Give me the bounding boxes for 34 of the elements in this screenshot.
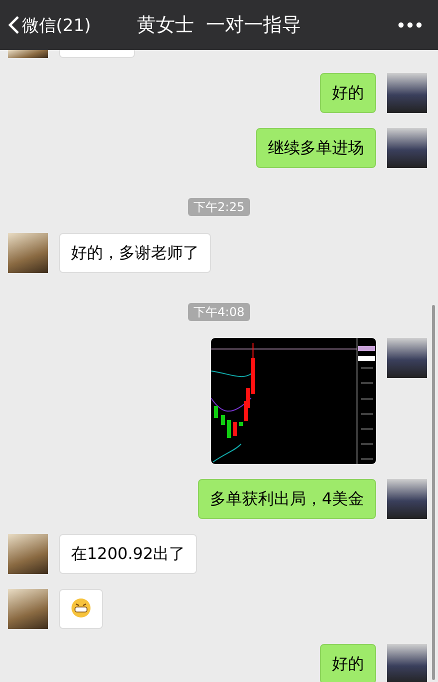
- indicator-line: [211, 398, 252, 412]
- avatar-photo-placeholder[interactable]: [8, 589, 48, 629]
- grin-emoji-icon: [71, 598, 91, 618]
- avatar-photo-placeholder[interactable]: [8, 534, 48, 574]
- timestamp: 下午2:25: [188, 198, 250, 216]
- message-bubble: 多单获利出局，4美金: [198, 479, 376, 519]
- message-bubble: 好的: [320, 73, 376, 113]
- avatar-photo-placeholder[interactable]: [387, 128, 427, 168]
- candle-wick: [252, 342, 254, 358]
- message-bubble: 继续多单进场: [256, 128, 376, 168]
- candle: [214, 406, 218, 418]
- timestamp: 下午4:08: [188, 303, 250, 321]
- avatar-photo-placeholder[interactable]: [8, 233, 48, 273]
- avatar-photo-placeholder[interactable]: [387, 73, 427, 113]
- avatar-photo-placeholder[interactable]: [387, 644, 427, 682]
- avatar-photo-placeholder[interactable]: [8, 50, 48, 58]
- more-icon[interactable]: [398, 22, 422, 28]
- candle: [233, 422, 237, 436]
- scrollbar[interactable]: [432, 305, 435, 680]
- chat-title: 黄女士 一对一指导: [136, 13, 302, 38]
- chevron-left-icon: [8, 15, 20, 35]
- candle: [227, 420, 231, 438]
- message-bubble: 好的: [320, 644, 376, 682]
- message-bubble: 好的，多谢老师了: [59, 233, 211, 273]
- price-marker: [358, 356, 375, 361]
- candle: [221, 415, 225, 425]
- avatar-photo-placeholder[interactable]: [387, 338, 427, 378]
- price-marker: [358, 346, 375, 351]
- chart-image[interactable]: [211, 338, 376, 464]
- back-button[interactable]: 微信(21): [0, 12, 97, 38]
- indicator-line: [212, 444, 242, 462]
- avatar-photo-placeholder[interactable]: [387, 479, 427, 519]
- indicator-line: [211, 368, 254, 378]
- message-bubble: 在1200.92出了: [59, 534, 198, 574]
